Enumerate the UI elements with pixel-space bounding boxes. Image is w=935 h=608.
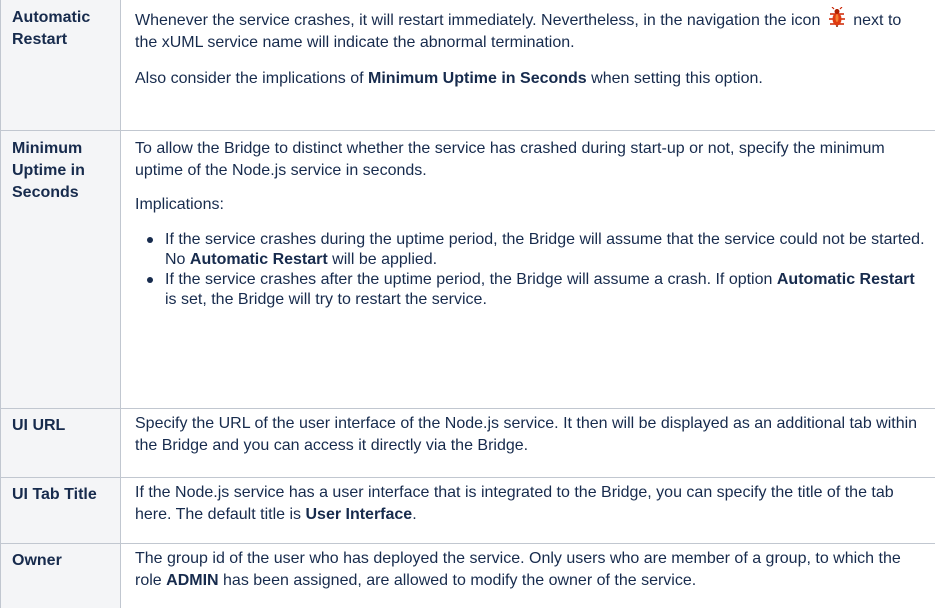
table-row: Minimum Uptime in Seconds To allow the B… — [0, 129, 935, 409]
paragraph: Also consider the implications of Minimu… — [135, 70, 763, 87]
paragraph: To allow the Bridge to distinct whether … — [135, 139, 885, 179]
table-row: Owner The group id of the user who has d… — [0, 542, 935, 608]
row-description: Specify the URL of the user interface of… — [120, 407, 935, 478]
paragraph: If the Node.js service has a user interf… — [135, 483, 894, 523]
row-description: The group id of the user who has deploye… — [120, 542, 935, 608]
row-label: Automatic Restart — [0, 0, 121, 131]
table-row: UI URL Specify the URL of the user inter… — [0, 407, 935, 478]
paragraph: Specify the URL of the user interface of… — [135, 414, 918, 454]
bug-icon — [827, 6, 847, 29]
paragraph: Whenever the service crashes, it will re… — [135, 6, 927, 54]
implications-list: If the service crashes during the uptime… — [135, 230, 927, 310]
row-label: UI Tab Title — [0, 476, 121, 544]
row-description: Whenever the service crashes, it will re… — [120, 0, 935, 131]
list-item: If the service crashes after the uptime … — [147, 270, 927, 310]
paragraph: The group id of the user who has deploye… — [135, 549, 901, 589]
row-label: UI URL — [0, 407, 121, 478]
properties-table: Automatic Restart Whenever the service c… — [0, 0, 935, 608]
row-description: To allow the Bridge to distinct whether … — [120, 129, 935, 409]
row-label: Owner — [0, 542, 121, 608]
row-label: Minimum Uptime in Seconds — [0, 129, 121, 409]
paragraph: Implications: — [135, 195, 224, 213]
row-description: If the Node.js service has a user interf… — [120, 476, 935, 544]
list-item: If the service crashes during the uptime… — [147, 230, 927, 270]
table-row: Automatic Restart Whenever the service c… — [0, 0, 935, 131]
table-row: UI Tab Title If the Node.js service has … — [0, 476, 935, 544]
